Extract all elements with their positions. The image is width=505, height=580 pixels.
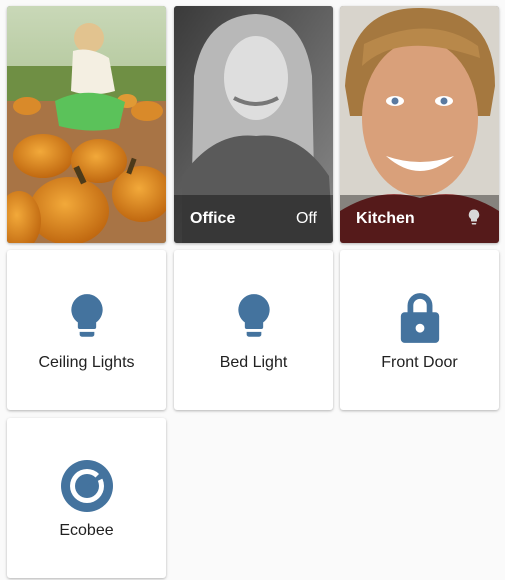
front-door-label: Front Door	[381, 354, 458, 371]
kitchen-status-bar: Kitchen	[340, 195, 499, 243]
office-state-label[interactable]: Off	[296, 210, 317, 228]
front-door-button[interactable]: Front Door	[340, 250, 499, 410]
office-picture-card[interactable]: Office Off	[174, 6, 333, 243]
ecobee-button[interactable]: Ecobee	[7, 418, 166, 578]
bed-light-button[interactable]: Bed Light	[174, 250, 333, 410]
pumpkin-field-photo	[7, 6, 166, 243]
kitchen-picture-card[interactable]: Kitchen	[340, 6, 499, 243]
pumpkin-photo-card[interactable]	[7, 6, 166, 243]
office-status-bar: Office Off	[174, 195, 333, 243]
ceiling-lights-label: Ceiling Lights	[38, 354, 135, 371]
bed-light-label: Bed Light	[219, 354, 288, 371]
lightbulb-icon	[57, 288, 117, 348]
ceiling-lights-button[interactable]: Ceiling Lights	[7, 250, 166, 410]
ecobee-label: Ecobee	[59, 522, 114, 539]
lightbulb-icon	[224, 288, 284, 348]
lock-icon	[390, 288, 450, 348]
thermostat-icon	[57, 456, 117, 516]
kitchen-name-label: Kitchen	[356, 210, 415, 227]
office-name-label: Office	[190, 210, 236, 227]
lightbulb-icon[interactable]	[465, 206, 483, 233]
